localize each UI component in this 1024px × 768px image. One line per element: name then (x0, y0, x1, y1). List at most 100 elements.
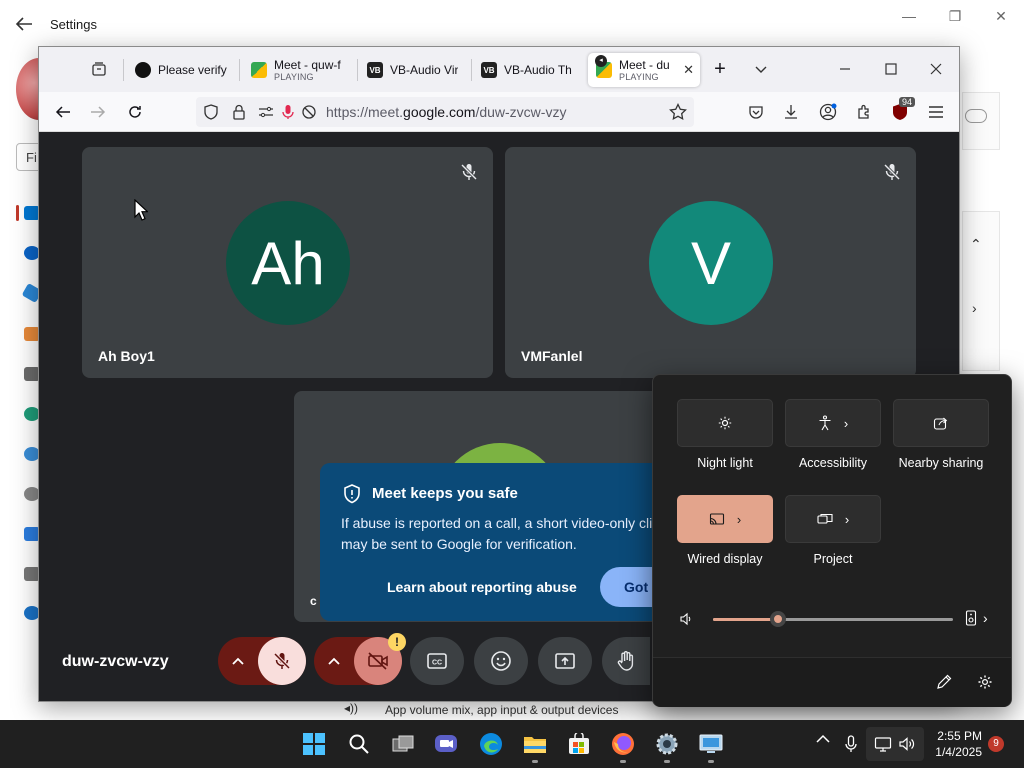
browser-minimize-icon[interactable] (833, 57, 857, 81)
clock-time[interactable]: 2:55 PM (934, 729, 982, 743)
participant-name: VMFanlel (521, 348, 583, 364)
edit-pencil-icon[interactable] (936, 674, 952, 690)
teams-chat-icon[interactable] (432, 730, 460, 758)
tab-vbaudio-2[interactable]: VB VB-Audio Th (473, 53, 583, 87)
tab-audio-icon[interactable]: ◂ (595, 55, 607, 67)
minimize-icon[interactable]: — (897, 8, 921, 26)
vb-audio-icon: VB (367, 62, 383, 78)
close-icon[interactable]: ✕ (989, 8, 1013, 26)
settings-gear-icon[interactable] (977, 674, 993, 690)
running-indicator (664, 760, 670, 763)
file-explorer-icon[interactable] (521, 730, 549, 758)
running-indicator (620, 760, 626, 763)
qs-label: Project (813, 552, 853, 566)
edge-browser-icon[interactable] (477, 730, 505, 758)
downloads-icon[interactable] (779, 100, 803, 124)
safety-card-body: If abuse is reported on a call, a short … (341, 515, 653, 552)
nearby-sharing-toggle[interactable] (893, 399, 989, 447)
microphone-toggle-button[interactable] (258, 637, 306, 685)
list-all-tabs-icon[interactable] (749, 57, 773, 81)
participant-name: Ah Boy1 (98, 348, 155, 364)
audio-options-chevron-icon[interactable] (218, 657, 258, 665)
learn-about-reporting-abuse-link[interactable]: Learn about reporting abuse (387, 579, 577, 595)
volume-speaker-icon[interactable] (679, 612, 693, 626)
start-windows-icon[interactable] (300, 730, 328, 758)
permissions-icon[interactable] (254, 100, 278, 124)
firefox-icon[interactable] (609, 730, 637, 758)
qs-label: Wired display (687, 552, 763, 566)
share-icon (933, 417, 948, 430)
back-icon[interactable] (51, 100, 75, 124)
participant-avatar: Ah (226, 201, 350, 325)
settings-window-title: Settings (50, 17, 97, 32)
accessibility-toggle[interactable]: › (785, 399, 881, 447)
chevron-right-icon[interactable]: › (972, 300, 977, 316)
settings-app-icon[interactable] (653, 730, 681, 758)
extensions-icon[interactable] (852, 100, 876, 124)
participant-tile[interactable]: V VMFanlel (505, 147, 916, 378)
remote-desktop-icon[interactable] (697, 730, 725, 758)
brightness-icon (718, 416, 732, 430)
reload-icon[interactable] (123, 100, 147, 124)
project-icon (817, 513, 833, 524)
restore-icon[interactable]: ❐ (943, 8, 967, 26)
browser-close-icon[interactable] (924, 57, 948, 81)
chevron-right-icon: › (843, 415, 849, 431)
raise-hand-button[interactable] (602, 637, 650, 685)
speaker-device-icon (965, 610, 977, 626)
mouse-cursor-icon (134, 199, 148, 221)
microphone-tray-icon[interactable] (845, 735, 857, 753)
settings-card (962, 92, 1000, 150)
tab-vbaudio-1[interactable]: VB VB-Audio Vir (359, 53, 469, 87)
tab-github[interactable]: Please verify (127, 53, 237, 87)
tracking-protection-shield-icon[interactable] (199, 100, 223, 124)
tab-meet-active[interactable]: Meet - du PLAYING ◂ ✕ (588, 53, 700, 87)
meeting-code: duw-zvcw-vzy (62, 653, 169, 670)
captions-button[interactable]: CC (410, 637, 464, 685)
camera-blocked-icon[interactable] (297, 100, 321, 124)
tab-title: Meet - du (619, 58, 670, 72)
camera-warning-badge[interactable]: ! (388, 633, 406, 651)
tab-separator (123, 59, 124, 81)
audio-output-selector[interactable]: › (965, 610, 988, 626)
network-volume-tray-button[interactable] (866, 727, 924, 761)
lock-icon[interactable] (227, 100, 251, 124)
present-screen-button[interactable] (538, 637, 592, 685)
chevron-right-icon: › (844, 511, 850, 527)
new-tab-icon[interactable]: + (708, 57, 732, 81)
browser-maximize-icon[interactable] (879, 57, 903, 81)
tab-close-icon[interactable]: ✕ (683, 62, 694, 78)
tab-bar: Please verify Meet - quw-f PLAYING VB VB-… (39, 47, 959, 92)
wired-display-toggle[interactable]: › (677, 495, 773, 543)
settings-toggle[interactable] (965, 109, 987, 123)
camera-off-icon (368, 652, 388, 670)
menu-hamburger-icon[interactable] (924, 100, 948, 124)
pocket-icon[interactable] (744, 100, 768, 124)
clock-date[interactable]: 1/4/2025 (928, 745, 982, 759)
reactions-button[interactable] (474, 637, 528, 685)
bookmark-star-icon[interactable] (666, 100, 690, 124)
tab-separator (471, 59, 472, 81)
back-arrow-icon[interactable] (14, 15, 34, 33)
tab-meet-1[interactable]: Meet - quw-f PLAYING (243, 53, 353, 87)
settings-footer-text[interactable]: App volume mix, app input & output devic… (385, 703, 618, 717)
tab-separator (239, 59, 240, 81)
muted-mic-icon (459, 162, 479, 182)
chevron-up-icon[interactable]: ⌃ (970, 236, 982, 253)
task-view-icon[interactable] (389, 730, 417, 758)
night-light-toggle[interactable] (677, 399, 773, 447)
closed-captions-icon: CC (427, 653, 447, 669)
participant-tile[interactable]: Ah Ah Boy1 (82, 147, 493, 378)
tab-manager-icon[interactable] (87, 57, 111, 81)
account-icon[interactable] (816, 100, 840, 124)
chevron-right-icon: › (983, 610, 988, 626)
volume-slider-thumb[interactable] (770, 611, 786, 627)
url-text[interactable]: https://meet.google.com/duw-zvcw-vzy (326, 104, 566, 120)
search-icon[interactable] (345, 730, 373, 758)
project-toggle[interactable]: › (785, 495, 881, 543)
notification-count-badge[interactable]: 9 (988, 736, 1004, 752)
forward-icon[interactable] (86, 100, 110, 124)
video-options-chevron-icon[interactable] (314, 657, 354, 665)
show-hidden-icons-chevron[interactable] (816, 734, 830, 744)
microsoft-store-icon[interactable] (565, 730, 593, 758)
